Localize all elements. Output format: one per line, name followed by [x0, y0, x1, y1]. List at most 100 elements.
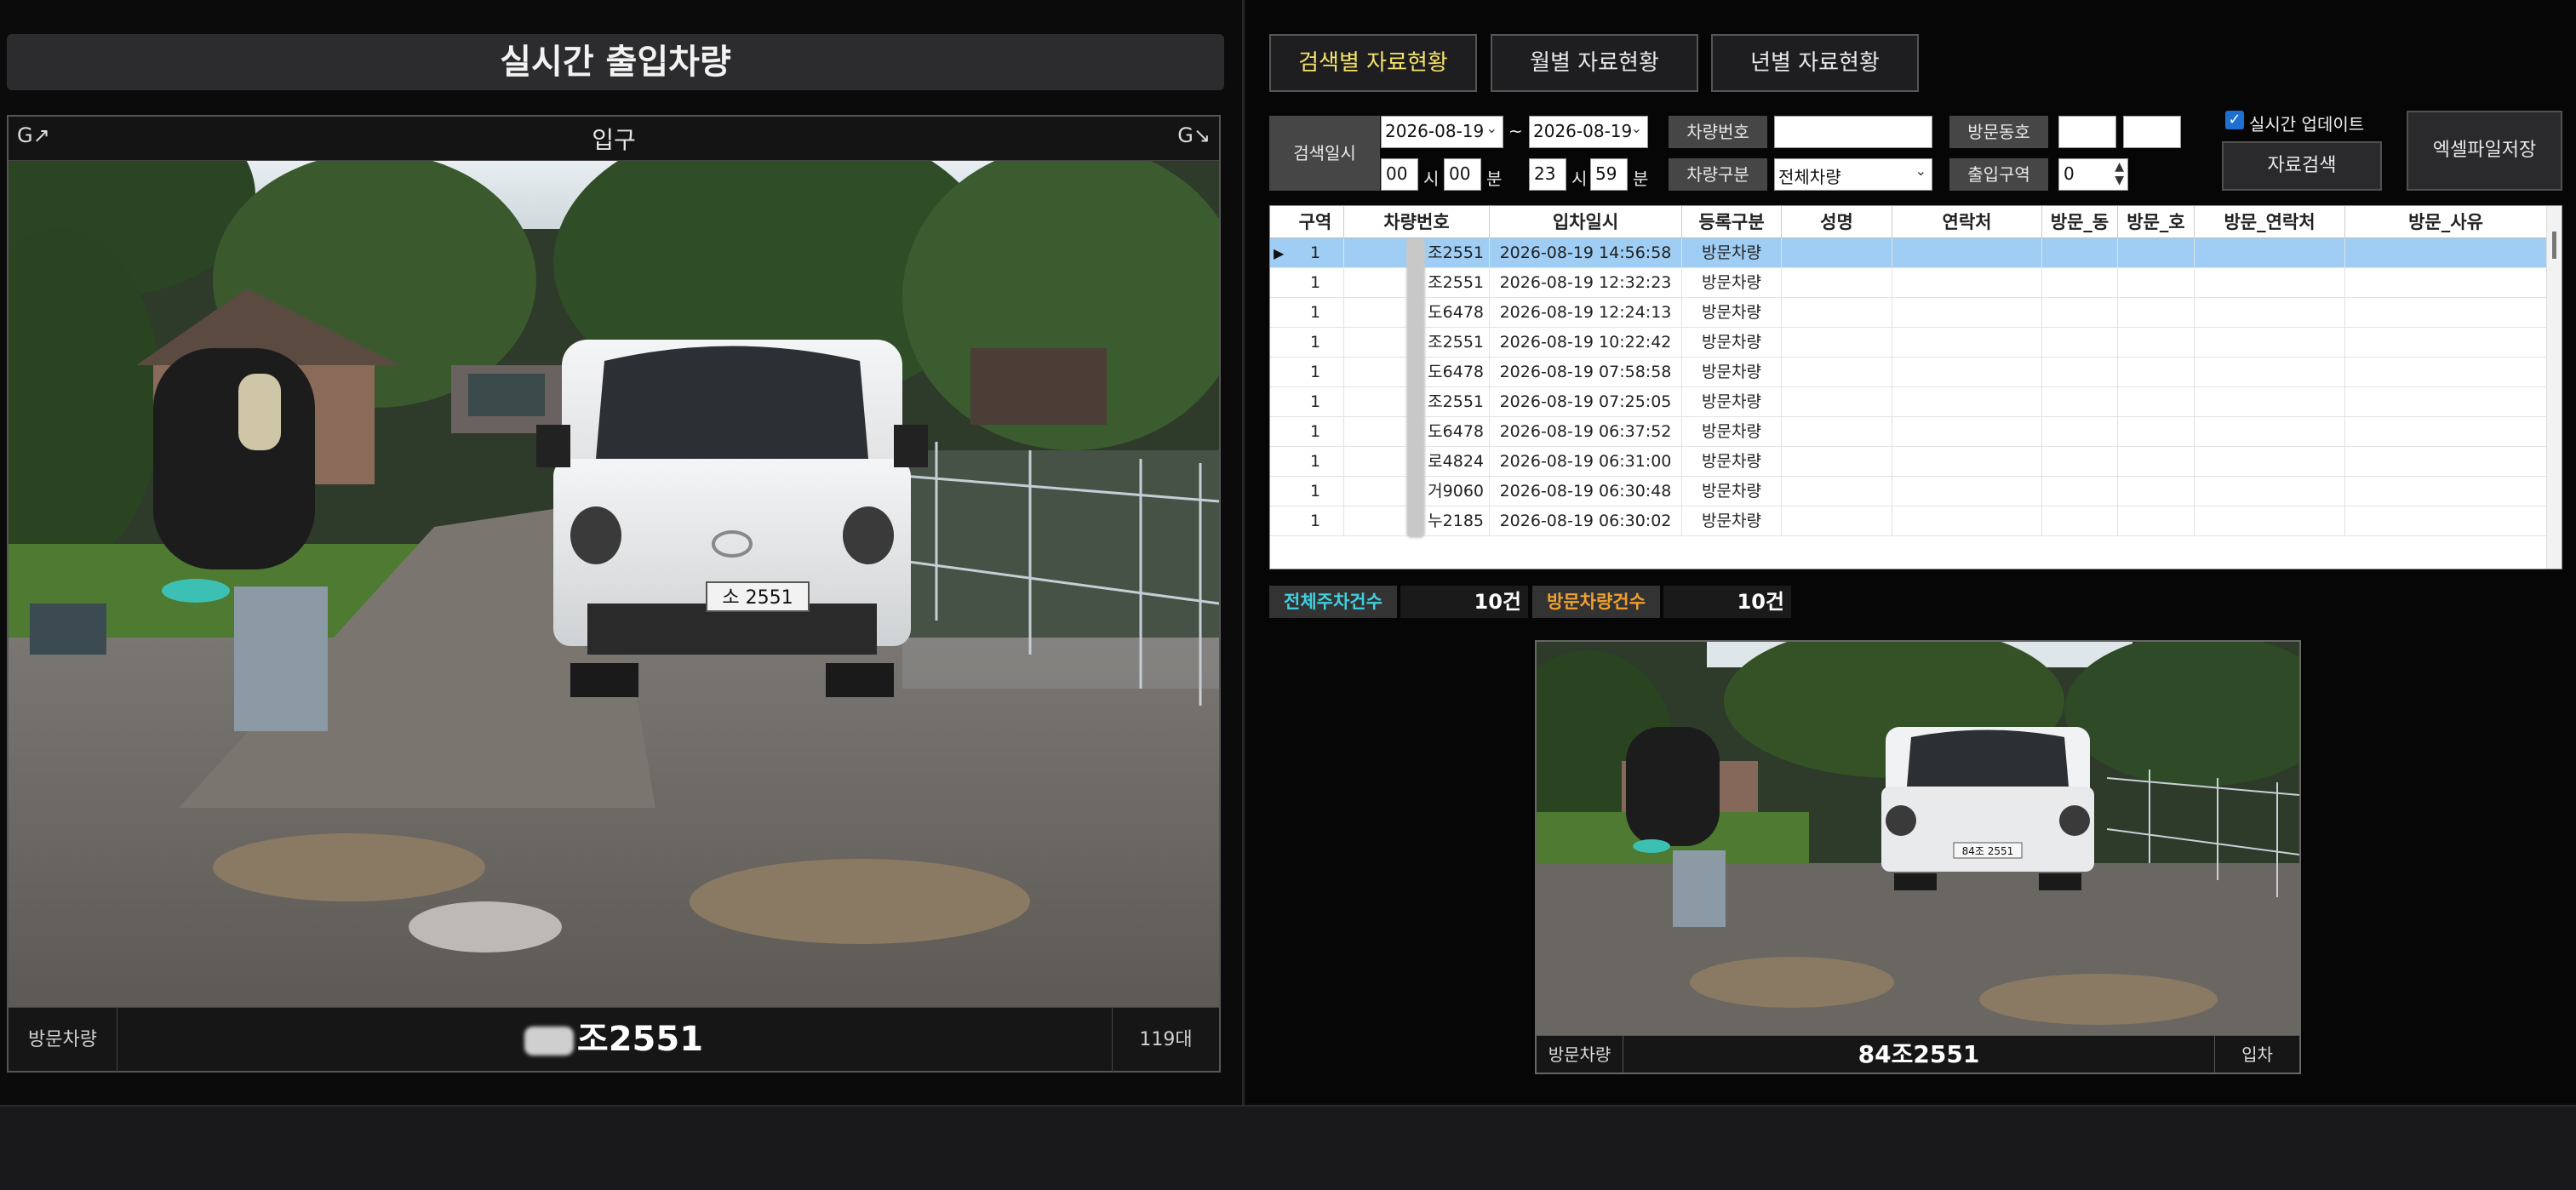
table-cell — [1782, 268, 1892, 298]
table-cell — [1892, 238, 2042, 268]
visit-dong-ho-label: 방문동호 — [1949, 116, 2048, 148]
hour-unit-label: 시 — [1423, 169, 1440, 189]
table-cell — [1782, 417, 1892, 447]
end-date-picker[interactable]: 2026-08-19 ⌄ — [1529, 116, 1648, 148]
vehicle-type-label: 방문차량 — [9, 1008, 117, 1072]
table-cell: 방문차량 — [1682, 238, 1782, 268]
start-date-picker[interactable]: 2026-08-19 ⌄ — [1381, 116, 1503, 148]
vehicle-type-label: 차량구분 — [1669, 158, 1767, 191]
date-range-tilde: ~ — [1508, 121, 1523, 141]
visit-ho-input[interactable] — [2123, 116, 2181, 148]
table-cell — [2118, 447, 2195, 477]
start-minute-value: 00 — [1449, 163, 1471, 184]
table-row[interactable]: 1 도6478 2026-08-19 12:24:13 방문차량 — [1270, 298, 2547, 328]
excel-save-button[interactable]: 엑셀파일저장 — [2407, 111, 2562, 191]
table-cell: 1 — [1287, 328, 1344, 358]
zone-value: 0 — [2064, 163, 2075, 184]
table-row[interactable]: 1 로4824 2026-08-19 06:31:00 방문차량 — [1270, 447, 2547, 477]
tab-monthly-records[interactable]: 월별 자료현황 — [1491, 34, 1698, 92]
end-minute-value: 59 — [1595, 163, 1617, 184]
end-minute-input[interactable]: 59 — [1590, 158, 1628, 191]
table-row[interactable]: 1 도6478 2026-08-19 06:37:52 방문차량 — [1270, 417, 2547, 447]
zone-label: 출입구역 — [1949, 158, 2048, 191]
entry-records-table[interactable]: 구역 차량번호 입차일시 등록구분 성명 연락처 방문_동 방문_호 방문_연락… — [1269, 205, 2562, 569]
visitor-count-label: 방문차량건수 — [1532, 586, 1660, 618]
column-header[interactable]: 방문_사유 — [2345, 206, 2547, 238]
table-scrollbar[interactable] — [2546, 206, 2562, 569]
table-cell — [2118, 506, 2195, 536]
table-cell — [2345, 298, 2547, 328]
vehicle-number-label: 차량번호 — [1669, 116, 1767, 148]
table-header: 구역 차량번호 입차일시 등록구분 성명 연락처 방문_동 방문_호 방문_연락… — [1270, 206, 2547, 238]
table-cell: 1 — [1287, 387, 1344, 417]
table-row[interactable]: 1 누2185 2026-08-19 06:30:02 방문차량 — [1270, 506, 2547, 536]
table-cell — [2118, 238, 2195, 268]
search-button[interactable]: 자료검색 — [2222, 141, 2382, 191]
table-row[interactable]: 1 조2551 2026-08-19 10:22:42 방문차량 — [1270, 328, 2547, 358]
table-cell — [2195, 358, 2345, 387]
column-header[interactable]: 연락처 — [1892, 206, 2042, 238]
table-row[interactable]: 1 조2551 2026-08-19 14:56:58 방문차량 — [1270, 238, 2547, 268]
preview-van-plate: 84조 2551 — [1962, 845, 2014, 857]
zone-spinner[interactable]: 0 ▲ ▼ — [2058, 158, 2128, 191]
table-cell — [1782, 506, 1892, 536]
table-cell: 방문차량 — [1682, 328, 1782, 358]
end-hour-value: 23 — [1534, 163, 1556, 184]
table-cell — [1892, 298, 2042, 328]
table-cell — [2345, 387, 2547, 417]
table-cell — [2345, 358, 2547, 387]
column-header[interactable]: 구역 — [1287, 206, 1344, 238]
end-hour-input[interactable]: 23 — [1529, 158, 1566, 191]
realtime-update-checkbox[interactable]: ✓ — [2225, 111, 2244, 129]
spinner-arrows-icon[interactable]: ▲ ▼ — [2115, 160, 2124, 187]
start-minute-input[interactable]: 00 — [1444, 158, 1481, 191]
minute-unit-label: 분 — [1486, 169, 1503, 189]
table-row[interactable]: 1 조2551 2026-08-19 07:25:05 방문차량 — [1270, 387, 2547, 417]
bottom-status-strip — [0, 1105, 2576, 1190]
selected-record-preview: 84조 2551 방문차량 84조2551 입차 — [1535, 640, 2301, 1074]
preview-plate: 84조2551 — [1858, 1040, 1980, 1068]
tab-search-records[interactable]: 검색별 자료현황 — [1269, 34, 1477, 92]
preview-entry-status: 입차 — [2214, 1036, 2299, 1073]
table-cell — [1782, 387, 1892, 417]
van-license-plate: 소 2551 — [722, 587, 793, 609]
scrollbar-thumb[interactable] — [2552, 232, 2556, 259]
tab-yearly-records[interactable]: 년별 자료현황 — [1711, 34, 1919, 92]
table-row[interactable]: 1 도6478 2026-08-19 07:58:58 방문차량 — [1270, 358, 2547, 387]
column-header[interactable]: 차량번호 — [1344, 206, 1490, 238]
column-header[interactable]: 방문_연락처 — [2195, 206, 2345, 238]
table-cell — [1782, 238, 1892, 268]
table-cell — [1892, 417, 2042, 447]
vehicle-type-select[interactable]: 전체차량 ⌄ — [1774, 158, 1932, 191]
vehicle-number-input[interactable] — [1774, 116, 1932, 148]
hour-unit-label-end: 시 — [1571, 169, 1588, 189]
table-cell — [1782, 298, 1892, 328]
table-cell — [2345, 477, 2547, 506]
column-header[interactable]: 성명 — [1782, 206, 1892, 238]
table-cell — [2042, 328, 2118, 358]
table-cell: 1 — [1287, 477, 1344, 506]
table-row[interactable]: 1 조2551 2026-08-19 12:32:23 방문차량 — [1270, 268, 2547, 298]
table-cell: 2026-08-19 06:30:02 — [1490, 506, 1682, 536]
visit-dong-input[interactable] — [2058, 116, 2116, 148]
current-row-arrow-icon: ▶ — [1274, 245, 1285, 261]
table-cell — [2042, 358, 2118, 387]
start-date-value: 2026-08-19 — [1385, 121, 1485, 141]
column-header[interactable]: 입차일시 — [1490, 206, 1682, 238]
column-header[interactable]: 방문_호 — [2118, 206, 2195, 238]
realtime-update-label: 실시간 업데이트 — [2249, 114, 2365, 134]
table-cell — [2345, 238, 2547, 268]
column-header[interactable]: 방문_동 — [2042, 206, 2118, 238]
table-cell — [2195, 477, 2345, 506]
table-row[interactable]: 1 거9060 2026-08-19 06:30:48 방문차량 — [1270, 477, 2547, 506]
table-cell — [2042, 238, 2118, 268]
table-cell: 2026-08-19 06:31:00 — [1490, 447, 1682, 477]
table-cell — [2118, 358, 2195, 387]
vehicle-type-value: 전체차량 — [1778, 167, 1841, 187]
table-cell: 방문차량 — [1682, 506, 1782, 536]
start-hour-input[interactable]: 00 — [1381, 158, 1418, 191]
table-cell — [1892, 268, 2042, 298]
column-header[interactable]: 등록구분 — [1682, 206, 1782, 238]
camera-scene: 소 2551 — [9, 161, 1219, 1007]
table-cell — [2118, 477, 2195, 506]
